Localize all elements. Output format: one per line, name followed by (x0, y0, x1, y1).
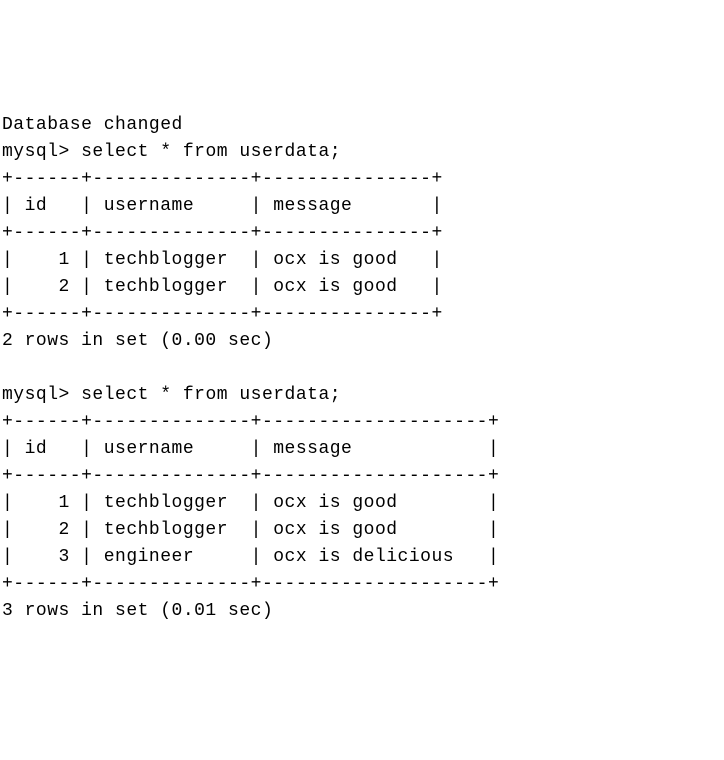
table-border-mid-1: +------+--------------+---------------+ (2, 223, 443, 243)
table-rows-2: | 1 | techblogger | ocx is good | | 2 | … (2, 493, 499, 567)
terminal-output: Database changed mysql> select * from us… (2, 112, 724, 625)
db-changed-status: Database changed (2, 115, 183, 135)
query-command-2: select * from userdata; (81, 385, 341, 405)
query-command-1: select * from userdata; (81, 142, 341, 162)
table-rows-1: | 1 | techblogger | ocx is good | | 2 | … (2, 250, 443, 297)
mysql-prompt: mysql> (2, 142, 70, 162)
result-summary-1: 2 rows in set (0.00 sec) (2, 331, 273, 351)
mysql-prompt: mysql> (2, 385, 70, 405)
result-summary-2: 3 rows in set (0.01 sec) (2, 601, 273, 621)
table-border-bottom-1: +------+--------------+---------------+ (2, 304, 443, 324)
table-header-1: | id | username | message | (2, 196, 443, 216)
table-border-top-1: +------+--------------+---------------+ (2, 169, 443, 189)
table-border-mid-2: +------+--------------+-----------------… (2, 466, 499, 486)
table-border-top-2: +------+--------------+-----------------… (2, 412, 499, 432)
table-border-bottom-2: +------+--------------+-----------------… (2, 574, 499, 594)
table-header-2: | id | username | message | (2, 439, 499, 459)
